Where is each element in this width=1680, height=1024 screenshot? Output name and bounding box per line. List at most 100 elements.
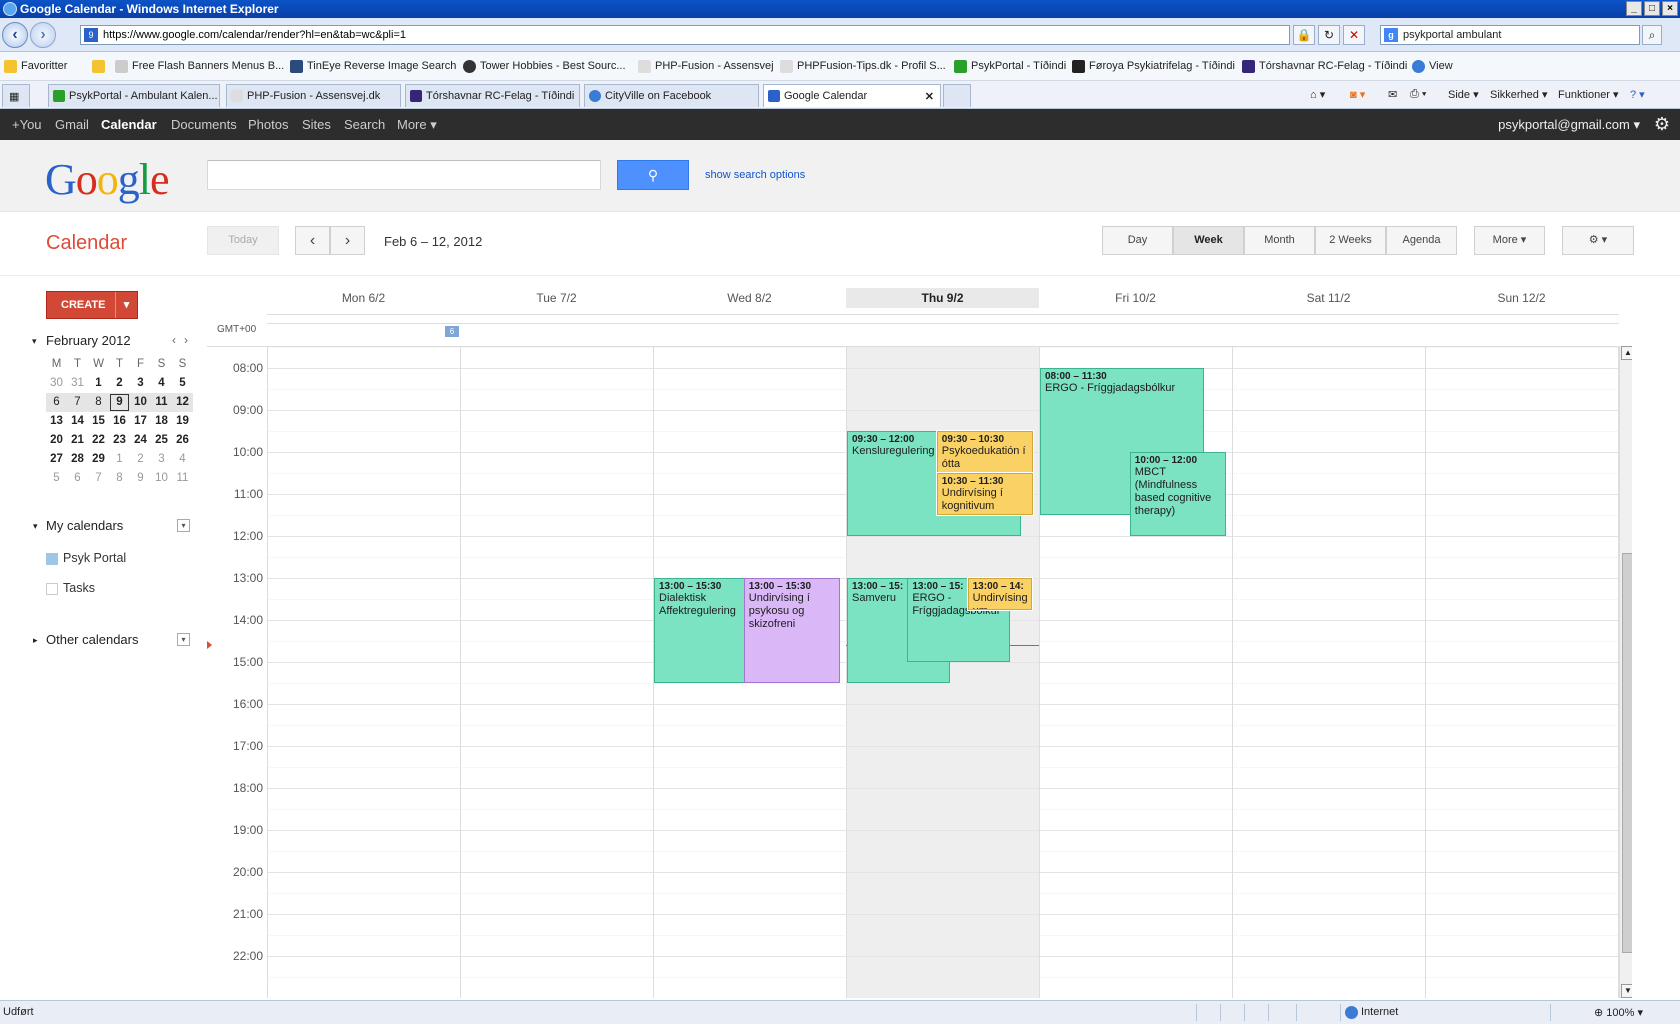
my-calendars-header[interactable]: ▾ My calendars [33, 518, 123, 533]
day-header[interactable]: Fri 10/2 [1039, 288, 1232, 308]
mini-calendar-day[interactable]: 6 [67, 469, 88, 488]
scroll-down-icon[interactable]: ▼ [1621, 984, 1632, 998]
mini-calendar-day[interactable]: 8 [88, 393, 109, 412]
gbar-calendar[interactable]: Calendar [101, 117, 157, 132]
settings-button[interactable]: ⚙ ▾ [1562, 226, 1634, 255]
mini-calendar-day[interactable]: 16 [109, 412, 130, 431]
mini-calendar-day[interactable]: 4 [172, 450, 193, 469]
print-icon[interactable]: ⎙ ▾ [1410, 88, 1426, 101]
mini-calendar-day[interactable]: 1 [88, 374, 109, 393]
maximize-icon[interactable]: □ [1644, 1, 1660, 16]
calendar-event[interactable]: 09:30 – 10:30 Psykoedukatión í ótta [936, 431, 1034, 473]
calendar-event[interactable]: 13:00 – 14:Undirvísing um [967, 578, 1032, 610]
tab-rc-felag[interactable]: Tórshavnar RC-Felag - Tíðindi [405, 84, 580, 107]
mini-calendar-day[interactable]: 15 [88, 412, 109, 431]
mini-calendar-day[interactable]: 20 [46, 431, 67, 450]
calendar-search-input[interactable] [207, 160, 601, 190]
show-search-options-link[interactable]: show search options [705, 169, 805, 181]
today-button[interactable]: Today [207, 226, 279, 255]
page-menu[interactable]: Side ▾ [1448, 88, 1479, 101]
back-button[interactable]: ‹ [2, 22, 28, 48]
gbar-plus-you[interactable]: +You [12, 117, 42, 132]
favorite-link[interactable]: PsykPortal - Tíðindi [954, 60, 1066, 73]
day-header[interactable]: Wed 8/2 [653, 288, 846, 308]
favorite-link[interactable]: View [1412, 60, 1453, 73]
tab-php-fusion[interactable]: PHP-Fusion - Assensvej.dk [226, 84, 401, 107]
mini-calendar-day[interactable]: 9 [109, 393, 130, 412]
view-agenda-button[interactable]: Agenda [1386, 226, 1457, 255]
mini-calendar-day[interactable]: 22 [88, 431, 109, 450]
mini-calendar-day[interactable]: 7 [88, 469, 109, 488]
mini-calendar-day[interactable]: 2 [109, 374, 130, 393]
day-header[interactable]: Thu 9/2 [846, 288, 1039, 308]
new-tab-button[interactable] [943, 84, 971, 107]
tab-google-calendar[interactable]: Google Calendar ✕ [763, 84, 941, 107]
forward-button[interactable]: › [30, 22, 56, 48]
calendar-event[interactable]: 13:00 – 15:30 Undirvísing í psykosu og sk… [743, 578, 841, 683]
safety-menu[interactable]: Sikkerhed ▾ [1490, 88, 1548, 101]
mini-calendar-day[interactable]: 21 [67, 431, 88, 450]
mini-calendar-day[interactable]: 4 [151, 374, 172, 393]
calendar-tasks[interactable]: Tasks [46, 581, 95, 595]
vertical-scrollbar[interactable]: ▲ ▼ [1619, 346, 1632, 998]
mini-calendar-day[interactable]: 23 [109, 431, 130, 450]
gbar-search[interactable]: Search [344, 117, 385, 132]
mini-calendar-day[interactable]: 25 [151, 431, 172, 450]
refresh-icon[interactable]: ↻ [1318, 25, 1340, 45]
day-header[interactable]: Tue 7/2 [460, 288, 653, 308]
rss-icon[interactable]: ◙ ▾ [1350, 88, 1365, 101]
my-calendars-dropdown[interactable]: ▾ [177, 519, 190, 532]
search-button[interactable]: ⚲ [617, 160, 689, 190]
mini-calendar-day[interactable]: 8 [109, 469, 130, 488]
calendar-psyk-portal[interactable]: Psyk Portal [46, 551, 126, 565]
mini-calendar-day[interactable]: 12 [172, 393, 193, 412]
close-tab-icon[interactable]: ✕ [925, 90, 934, 103]
account-menu[interactable]: psykportal@gmail.com ▾ [1498, 117, 1640, 133]
tab-psykportal[interactable]: PsykPortal - Ambulant Kalen... [48, 84, 220, 107]
address-input[interactable]: 9 https://www.google.com/calendar/render?… [80, 25, 1290, 45]
prev-week-button[interactable]: ‹ [295, 226, 330, 255]
favorite-link[interactable]: PHPFusion-Tips.dk - Profil S... [780, 60, 946, 73]
favorite-link[interactable]: Føroya Psykiatrifelag - Tíðindi [1072, 60, 1235, 73]
favorite-link[interactable]: Free Flash Banners Menus B... [115, 60, 284, 73]
mini-calendar-day[interactable]: 3 [151, 450, 172, 469]
more-button[interactable]: More ▾ [1474, 226, 1545, 255]
zoom-level[interactable]: ⊕ 100% ▾ [1594, 1006, 1643, 1019]
mini-calendar-day[interactable]: 29 [88, 450, 109, 469]
home-icon[interactable]: ⌂ ▾ [1310, 88, 1325, 101]
mini-calendar-day[interactable]: 14 [67, 412, 88, 431]
gbar-photos[interactable]: Photos [248, 117, 288, 132]
stop-icon[interactable]: ✕ [1343, 25, 1365, 45]
gear-icon[interactable]: ⚙ [1654, 114, 1670, 135]
close-icon[interactable]: × [1662, 1, 1678, 16]
google-logo[interactable]: Google [45, 154, 170, 205]
view-month-button[interactable]: Month [1244, 226, 1315, 255]
mini-calendar-day[interactable]: 11 [172, 469, 193, 488]
gbar-documents[interactable]: Documents [171, 117, 237, 132]
other-calendars-dropdown[interactable]: ▾ [177, 633, 190, 646]
mini-calendar-day[interactable]: 1 [109, 450, 130, 469]
mini-calendar-day[interactable]: 7 [67, 393, 88, 412]
minimize-icon[interactable]: _ [1626, 1, 1642, 16]
day-header[interactable]: Sat 11/2 [1232, 288, 1425, 308]
mini-calendar-day[interactable]: 10 [151, 469, 172, 488]
tab-cityville[interactable]: CityVille on Facebook [584, 84, 759, 107]
favorites-button[interactable]: Favoritter [4, 60, 67, 73]
scroll-up-icon[interactable]: ▲ [1621, 346, 1632, 360]
mini-calendar-day[interactable]: 17 [130, 412, 151, 431]
gbar-more[interactable]: More ▾ [397, 117, 437, 133]
view-day-button[interactable]: Day [1102, 226, 1173, 255]
mini-calendar-day[interactable]: 11 [151, 393, 172, 412]
day-header[interactable]: Mon 6/2 [267, 288, 460, 308]
mini-calendar-day[interactable]: 30 [46, 374, 67, 393]
mini-calendar-day[interactable]: 5 [172, 374, 193, 393]
mini-calendar-day[interactable]: 10 [130, 393, 151, 412]
calendar-event[interactable]: 13:00 – 15:30 Dialektisk Affektregulering [654, 578, 751, 683]
calendar-event[interactable]: 10:00 – 12:00 MBCT (Mindfulness based cog… [1129, 452, 1227, 536]
mini-calendar-day[interactable]: 5 [46, 469, 67, 488]
mini-calendar-day[interactable]: 24 [130, 431, 151, 450]
search-go-icon[interactable]: ⌕ [1642, 25, 1662, 45]
favorite-link[interactable]: TinEye Reverse Image Search [290, 60, 456, 73]
mini-calendar-day[interactable]: 31 [67, 374, 88, 393]
favorite-link[interactable]: PHP-Fusion - Assensvej [638, 60, 774, 73]
